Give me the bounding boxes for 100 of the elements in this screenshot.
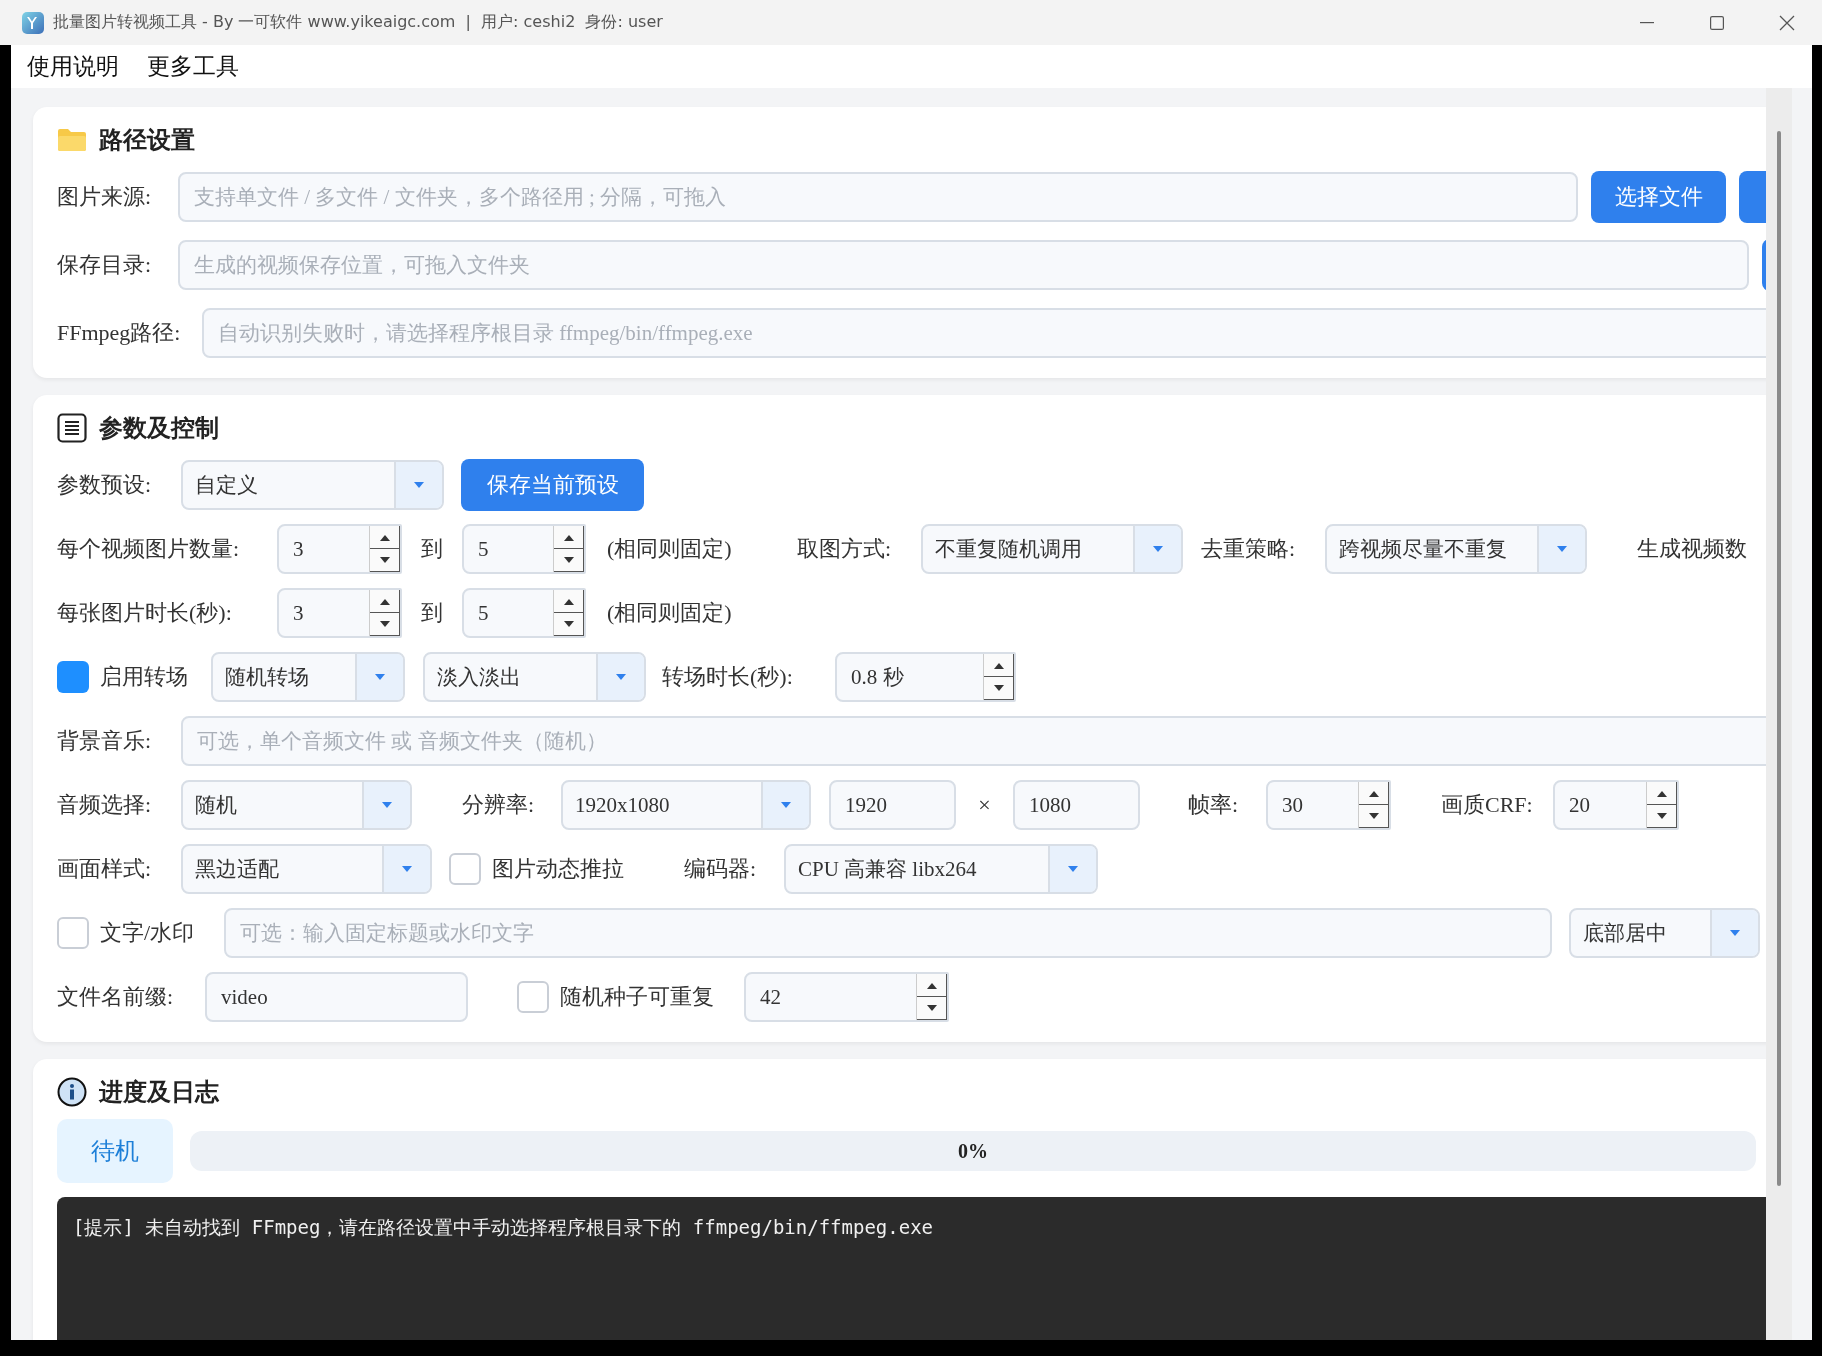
section-title: 路径设置	[99, 126, 195, 155]
input-field[interactable]: 1080	[1013, 780, 1140, 830]
dropdown[interactable]: 底部居中	[1569, 908, 1760, 958]
caret-down-icon	[925, 1004, 938, 1012]
caret-down-icon	[381, 801, 393, 809]
input-field[interactable]: 可选，单个音频文件 或 音频文件夹（随机）	[181, 716, 1766, 766]
dropdown[interactable]: 自定义	[181, 460, 444, 510]
caret-up-icon	[925, 981, 938, 989]
stepper-up-button[interactable]	[554, 526, 584, 549]
caret-down-icon	[615, 673, 627, 681]
caret-down-icon	[562, 620, 575, 628]
field-label: 生成视频数	[1637, 535, 1748, 563]
folder-icon	[57, 128, 87, 152]
hint-text: (相同则固定)	[607, 599, 733, 627]
dropdown[interactable]: 淡入淡出	[423, 652, 646, 702]
field-label: 画质CRF:	[1441, 791, 1534, 819]
number-field[interactable]: 30	[1266, 780, 1391, 830]
input-field[interactable]: 自动识别失败时，请选择程序根目录 ffmpeg/bin/ffmpeg.exe	[202, 308, 1766, 358]
caret-down-icon	[780, 801, 792, 809]
dropdown[interactable]: 随机	[181, 780, 412, 830]
stepper-down-button[interactable]	[370, 613, 400, 636]
caret-down-icon	[378, 620, 391, 628]
field-label: 文字/水印	[100, 919, 196, 947]
number-field[interactable]: 0.8 秒	[835, 652, 1016, 702]
minimize-icon	[1640, 21, 1654, 24]
maximize-icon	[1710, 15, 1724, 30]
caret-down-icon	[992, 684, 1005, 692]
input-field[interactable]: 支持单文件 / 多文件 / 文件夹，多个路径用 ; 分隔，可拖入	[178, 172, 1578, 222]
number-field[interactable]: 5	[462, 524, 586, 574]
dropdown[interactable]: 跨视频尽量不重复	[1325, 524, 1587, 574]
stepper-up-button[interactable]	[1647, 782, 1677, 805]
field-label: 保存目录:	[57, 251, 153, 279]
caret-up-icon	[378, 533, 391, 541]
stepper-down-button[interactable]	[984, 677, 1014, 700]
field-label: 帧率:	[1188, 791, 1240, 819]
checkbox[interactable]	[57, 661, 89, 693]
field-label: 分辨率:	[462, 791, 536, 819]
menu-item[interactable]: 更多工具	[147, 51, 239, 82]
menu-item[interactable]: 使用说明	[27, 51, 119, 82]
save-button[interactable]: 保存当前预设	[461, 459, 644, 511]
number-field[interactable]: 20	[1553, 780, 1679, 830]
caret-down-icon	[1067, 865, 1079, 873]
stepper-down-button[interactable]	[554, 549, 584, 572]
stepper-down-button[interactable]	[1359, 805, 1389, 828]
scrollbar[interactable]	[1766, 88, 1792, 1340]
caret-down-icon	[1655, 812, 1668, 820]
select-file-button[interactable]: 选择文件	[1591, 171, 1726, 223]
field-label: 背景音乐:	[57, 727, 153, 755]
progress-label: 0%	[958, 1139, 988, 1163]
checkbox[interactable]	[449, 853, 481, 885]
app-icon	[22, 11, 44, 34]
dropdown[interactable]: 1920x1080	[561, 780, 811, 830]
stepper-up-button[interactable]	[917, 974, 947, 997]
field-label: 文件名前缀:	[57, 983, 175, 1011]
input-field[interactable]: 可选：输入固定标题或水印文字	[224, 908, 1552, 958]
number-field[interactable]: 42	[744, 972, 949, 1022]
checkbox[interactable]	[57, 917, 89, 949]
stepper-down-button[interactable]	[370, 549, 400, 572]
stepper-down-button[interactable]	[917, 997, 947, 1020]
stepper-up-button[interactable]	[984, 654, 1014, 677]
input-field[interactable]: video	[205, 972, 468, 1022]
stepper-down-button[interactable]	[1647, 805, 1677, 828]
caret-up-icon	[378, 597, 391, 605]
separator-text: ×	[977, 792, 992, 818]
field-label: 图片动态推拉	[492, 855, 625, 883]
field-label: 画面样式:	[57, 855, 153, 883]
caret-up-icon	[1655, 789, 1668, 797]
caret-down-icon	[401, 865, 413, 873]
dropdown[interactable]: 黑边适配	[181, 844, 432, 894]
log-line: [提示] 未自动找到 FFmpeg，请在路径设置中手动选择程序根目录下的 ffmpeg/bin/ffmpeg.exe	[73, 1215, 935, 1240]
field-label: 去重策略:	[1201, 535, 1297, 563]
stepper-down-button[interactable]	[554, 613, 584, 636]
number-field[interactable]: 3	[277, 588, 402, 638]
caret-down-icon	[374, 673, 386, 681]
dropdown[interactable]: 不重复随机调用	[921, 524, 1183, 574]
field-label: 随机种子可重复	[560, 983, 715, 1011]
caret-down-icon	[562, 556, 575, 564]
field-label: 取图方式:	[797, 535, 893, 563]
caret-down-icon	[1556, 545, 1568, 553]
field-label: 每个视频图片数量:	[57, 535, 241, 563]
stepper-up-button[interactable]	[370, 590, 400, 613]
stepper-up-button[interactable]	[554, 590, 584, 613]
checkbox[interactable]	[517, 981, 549, 1013]
list-icon	[57, 413, 87, 443]
input-field[interactable]: 生成的视频保存位置，可拖入文件夹	[178, 240, 1749, 290]
dropdown[interactable]: CPU 高兼容 libx264	[784, 844, 1098, 894]
number-field[interactable]: 5	[462, 588, 586, 638]
separator-text: 到	[420, 599, 444, 627]
separator-text: 到	[420, 535, 444, 563]
number-field[interactable]: 3	[277, 524, 402, 574]
caret-up-icon	[562, 533, 575, 541]
dropdown[interactable]: 随机转场	[211, 652, 405, 702]
stepper-up-button[interactable]	[1359, 782, 1389, 805]
stepper-up-button[interactable]	[370, 526, 400, 549]
caret-down-icon	[1152, 545, 1164, 553]
field-label: 每张图片时长(秒):	[57, 599, 233, 627]
input-field[interactable]: 1920	[829, 780, 956, 830]
close-icon	[1779, 14, 1795, 31]
field-label: 启用转场	[100, 663, 189, 691]
field-label: 转场时长(秒):	[662, 663, 794, 691]
